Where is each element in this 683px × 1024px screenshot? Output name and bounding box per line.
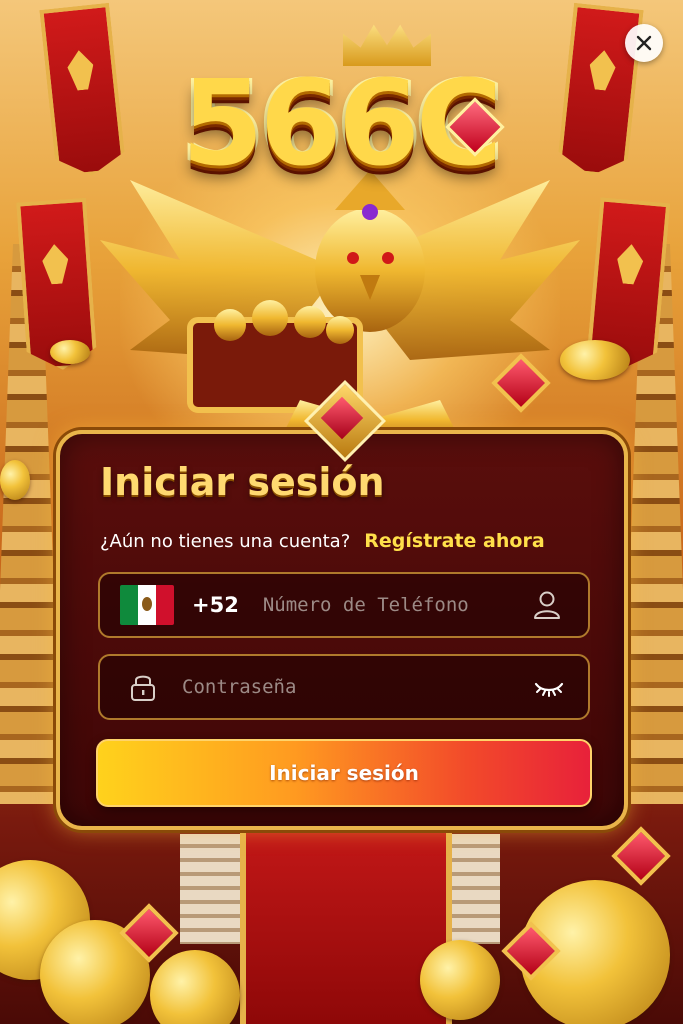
register-prompt: ¿Aún no tienes una cuenta? Regístrate ah… bbox=[100, 530, 545, 552]
coin bbox=[560, 340, 630, 380]
user-icon bbox=[534, 591, 560, 619]
phone-input[interactable] bbox=[260, 593, 530, 617]
password-field[interactable] bbox=[98, 654, 590, 720]
lock-icon bbox=[131, 675, 155, 701]
login-panel: Iniciar sesión ¿Aún no tienes una cuenta… bbox=[56, 430, 628, 830]
phone-field[interactable]: +52 bbox=[98, 572, 590, 638]
eye-closed-icon[interactable] bbox=[532, 670, 566, 704]
coin bbox=[0, 460, 30, 500]
page-title: Iniciar sesión bbox=[100, 460, 385, 504]
close-icon bbox=[636, 35, 652, 51]
coin bbox=[420, 940, 500, 1020]
mexico-flag-icon[interactable] bbox=[120, 585, 174, 625]
gem bbox=[611, 826, 671, 886]
no-account-text: ¿Aún no tienes una cuenta? bbox=[100, 531, 351, 552]
coin bbox=[150, 950, 240, 1024]
register-link[interactable]: Regístrate ahora bbox=[364, 530, 544, 552]
close-button[interactable] bbox=[625, 24, 663, 62]
country-code[interactable]: +52 bbox=[192, 593, 239, 617]
login-button[interactable]: Iniciar sesión bbox=[96, 739, 592, 807]
password-input[interactable] bbox=[180, 675, 532, 699]
coin bbox=[50, 340, 90, 364]
red-carpet bbox=[240, 824, 452, 1024]
